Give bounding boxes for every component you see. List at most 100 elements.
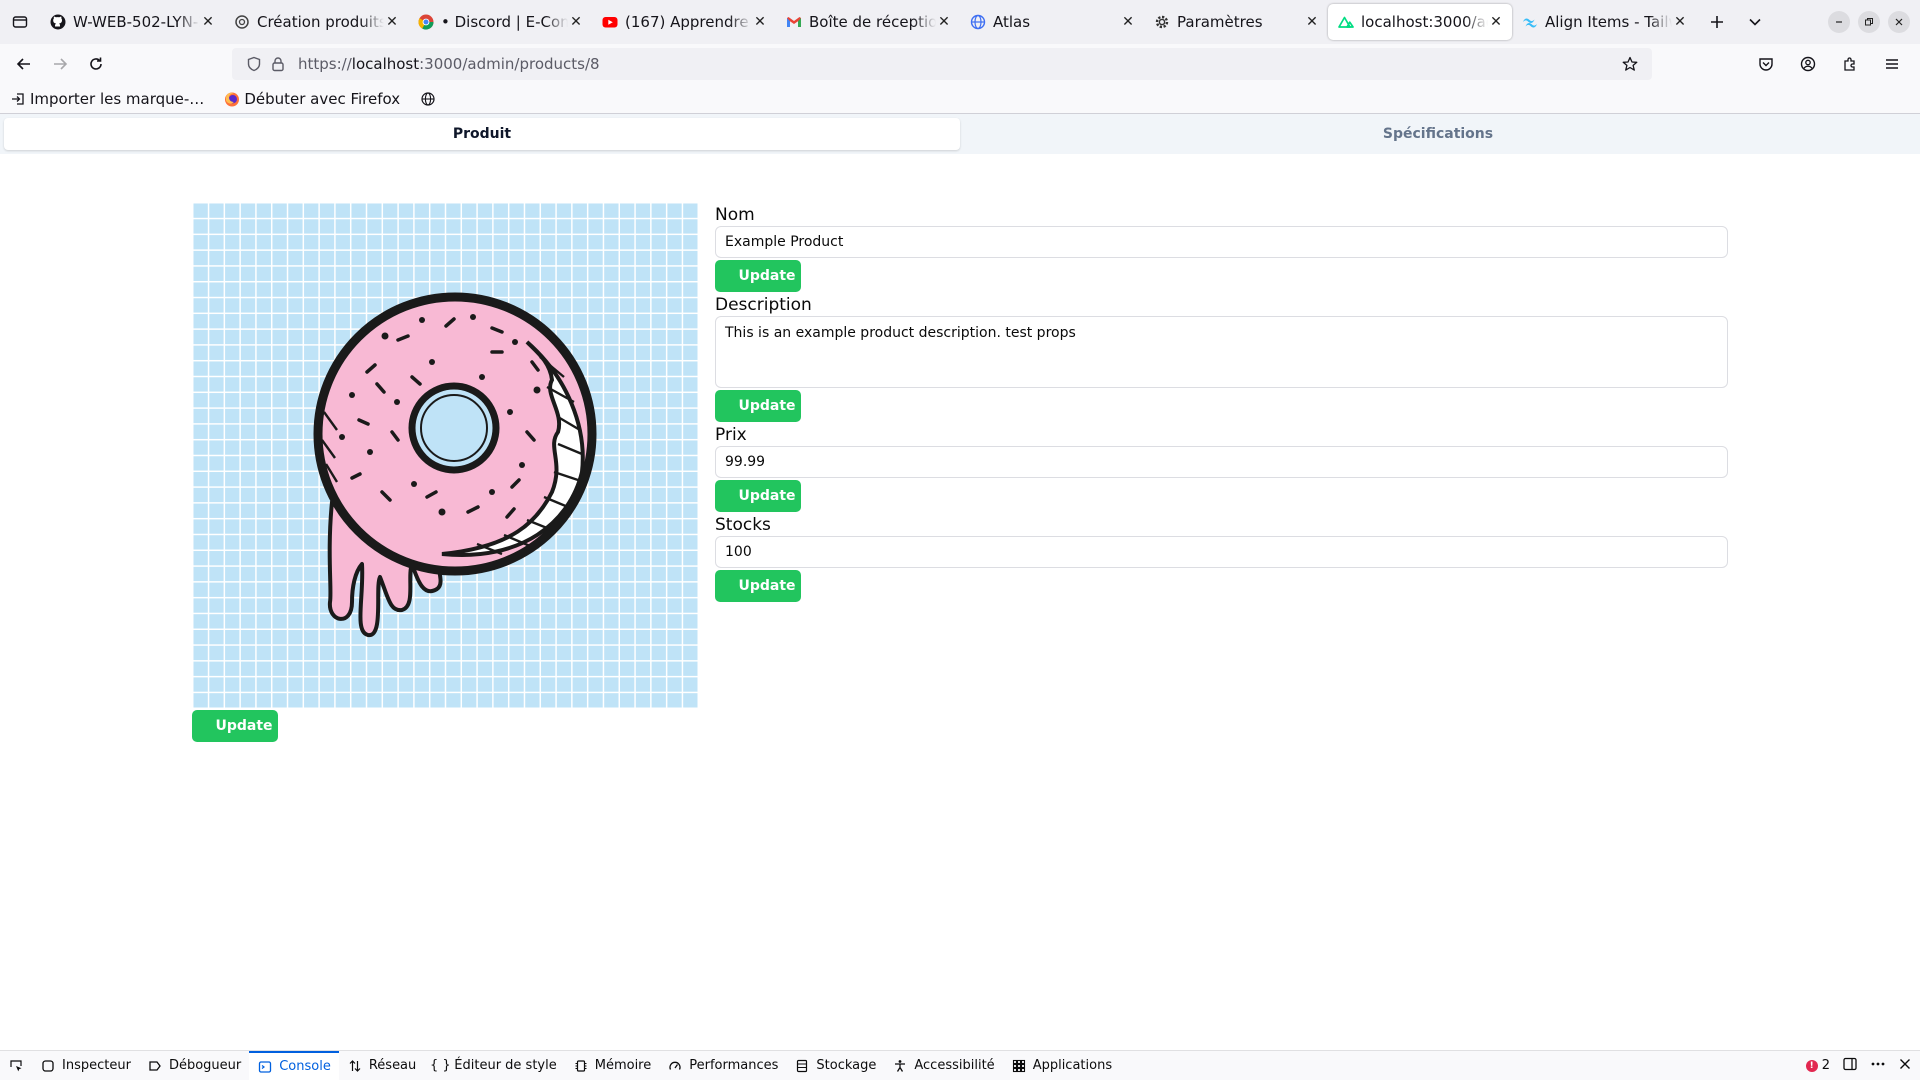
element-picker-button[interactable] (0, 1051, 32, 1081)
tab-strip: W-WEB-502-LYN-2- ✕ Création produits I ✕… (0, 0, 1920, 44)
browser-tab[interactable]: (167) Apprendre à ✕ (592, 4, 776, 40)
devtools-tab-inspector[interactable]: Inspecteur (32, 1051, 139, 1081)
close-window-button[interactable] (1888, 11, 1910, 33)
list-tabs-button[interactable] (1736, 3, 1774, 41)
browser-tab[interactable]: W-WEB-502-LYN-2- ✕ (40, 4, 224, 40)
browser-tab[interactable]: • Discord | E-Comer ✕ (408, 4, 592, 40)
close-icon (1895, 18, 1903, 26)
close-icon[interactable]: ✕ (1672, 14, 1688, 30)
applications-icon (1011, 1058, 1027, 1074)
tab-title: Création produits I (257, 13, 384, 31)
tracking-protection-icon[interactable] (242, 52, 266, 76)
close-icon[interactable]: ✕ (384, 14, 400, 30)
close-icon[interactable]: ✕ (568, 14, 584, 30)
account-button[interactable] (1790, 48, 1826, 80)
reload-button[interactable] (78, 48, 114, 80)
tab-title: Align Items - Tailwi (1545, 13, 1672, 31)
browser-tab-active[interactable]: localhost:3000/adm ✕ (1328, 4, 1512, 40)
close-icon[interactable]: ✕ (1120, 14, 1136, 30)
devtools-tab-label: Mémoire (594, 1058, 652, 1073)
update-name-button[interactable]: Update (715, 260, 801, 292)
price-input[interactable] (715, 446, 1728, 478)
menu-button[interactable] (1874, 48, 1910, 80)
devtools-tab-accessibility[interactable]: Accessibilité (884, 1051, 1002, 1081)
bookmark-import[interactable]: Importer les marque-… (10, 90, 204, 108)
url-host: localhost (351, 55, 420, 73)
description-textarea[interactable]: This is an example product description. … (715, 316, 1728, 388)
style-editor-icon: { } (429, 1058, 451, 1073)
extensions-button[interactable] (1832, 48, 1868, 80)
tailwind-icon (1522, 14, 1538, 30)
update-stock-button[interactable]: Update (715, 570, 801, 602)
youtube-icon (602, 14, 618, 30)
description-label: Description (715, 295, 812, 315)
url-text[interactable]: https://localhost:3000/admin/products/8 (298, 55, 600, 73)
name-input[interactable] (715, 226, 1728, 258)
devtools-tab-network[interactable]: Réseau (339, 1051, 424, 1081)
browser-tab[interactable]: Création produits I ✕ (224, 4, 408, 40)
page-content: Produit Spécifications Update Nom Exampl… (0, 114, 1920, 1050)
update-description-button[interactable]: Update (715, 390, 801, 422)
bookmark-star-icon[interactable] (1618, 52, 1642, 76)
close-icon[interactable]: ✕ (1488, 14, 1504, 30)
browser-tab[interactable]: Boîte de réception ✕ (776, 4, 960, 40)
product-tabs: Produit Spécifications (0, 114, 1920, 154)
stock-label: Stocks (715, 515, 771, 535)
arrow-left-icon (16, 58, 30, 70)
devtools-tab-label: Stockage (816, 1058, 877, 1073)
devtools-tab-label: Applications (1032, 1058, 1113, 1073)
tab-title: W-WEB-502-LYN-2- (73, 13, 200, 31)
devtools-tab-memory[interactable]: Mémoire (565, 1051, 660, 1081)
tab-produit[interactable]: Produit (4, 118, 960, 150)
restore-button[interactable] (1858, 11, 1880, 33)
devtools-tab-console[interactable]: Console (249, 1050, 339, 1081)
devtools-tab-label: Accessibilité (914, 1058, 995, 1073)
devtools-tab-storage[interactable]: Stockage (786, 1051, 884, 1081)
update-price-button[interactable]: Update (715, 480, 801, 512)
tab-specifications[interactable]: Spécifications (960, 118, 1916, 150)
close-devtools-button[interactable] (1898, 1057, 1912, 1075)
close-icon[interactable]: ✕ (200, 14, 216, 30)
accessibility-icon (892, 1058, 908, 1074)
stock-input[interactable] (715, 536, 1728, 568)
gmail-icon (786, 14, 802, 30)
url-bar[interactable]: https://localhost:3000/admin/products/8 (232, 48, 1652, 80)
lock-icon[interactable] (266, 52, 290, 76)
browser-tab[interactable]: Atlas ✕ (960, 4, 1144, 40)
devtools-tab-style-editor[interactable]: { } Éditeur de style (424, 1051, 564, 1081)
tab-title: Boîte de réception (809, 13, 936, 31)
close-icon[interactable]: ✕ (1304, 14, 1320, 30)
console-icon (257, 1059, 273, 1075)
list-all-tabs-button[interactable] (0, 3, 40, 41)
dock-side-icon (1843, 1057, 1857, 1070)
forward-button[interactable] (42, 48, 78, 80)
browser-tab[interactable]: Paramètres ✕ (1144, 4, 1328, 40)
update-image-button[interactable]: Update (192, 710, 278, 742)
close-icon[interactable]: ✕ (752, 14, 768, 30)
url-path: :3000/admin/products/8 (419, 55, 600, 73)
chrome-icon (418, 14, 434, 30)
storage-icon (794, 1058, 810, 1074)
close-icon[interactable]: ✕ (936, 14, 952, 30)
more-options-icon (1871, 1062, 1885, 1065)
arrow-right-icon (54, 58, 68, 70)
bookmark-globe[interactable] (420, 91, 440, 107)
picker-icon (10, 1059, 22, 1071)
new-tab-button[interactable] (1698, 3, 1736, 41)
minimize-button[interactable] (1828, 11, 1850, 33)
devtools-tab-label: Réseau (368, 1058, 417, 1073)
pocket-button[interactable] (1748, 48, 1784, 80)
back-button[interactable] (6, 48, 42, 80)
name-group: Nom Update (715, 202, 1728, 292)
dock-button[interactable] (1842, 1056, 1858, 1076)
bookmark-firefox[interactable]: Débuter avec Firefox (224, 90, 400, 108)
devtools-options-button[interactable] (1870, 1056, 1886, 1076)
devtools-tab-applications[interactable]: Applications (1003, 1051, 1120, 1081)
error-count-badge[interactable]: ! 2 (1805, 1058, 1830, 1073)
devtools-tab-performance[interactable]: Performances (659, 1051, 786, 1081)
devtools-tab-debugger[interactable]: Débogueur (139, 1051, 249, 1081)
navigation-toolbar: https://localhost:3000/admin/products/8 (0, 44, 1920, 84)
image-column: Update (192, 202, 698, 742)
browser-tab[interactable]: Align Items - Tailwi ✕ (1512, 4, 1696, 40)
devtools-tab-label: Éditeur de style (454, 1058, 557, 1073)
